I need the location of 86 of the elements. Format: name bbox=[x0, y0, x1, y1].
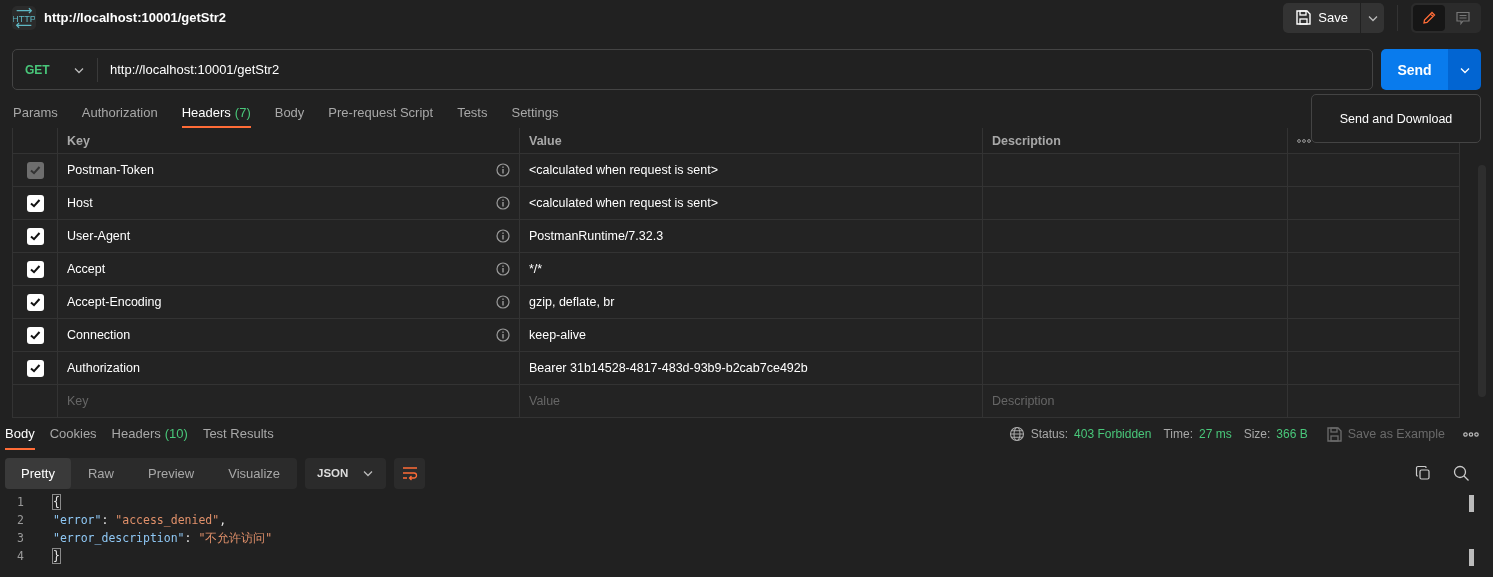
check-icon bbox=[29, 263, 41, 275]
info-icon bbox=[496, 328, 510, 342]
checkbox[interactable] bbox=[26, 227, 44, 245]
checkbox[interactable] bbox=[26, 260, 44, 278]
status-value: 27 ms bbox=[1199, 427, 1232, 441]
check-icon bbox=[29, 329, 41, 341]
header-value: */* bbox=[529, 262, 543, 276]
tab[interactable]: Tests bbox=[457, 98, 488, 128]
copy-icon[interactable] bbox=[1415, 464, 1431, 481]
header-value: Bearer 31b14528-4817-483d-93b9-b2cab7ce492b bbox=[529, 361, 808, 375]
header-key: Connection bbox=[67, 328, 131, 342]
tab[interactable]: Test Results bbox=[202, 418, 274, 450]
status-value: 403 Forbidden bbox=[1074, 427, 1152, 441]
tab[interactable]: Settings bbox=[511, 98, 559, 128]
edit-mode-button[interactable] bbox=[1413, 4, 1445, 31]
code-line: "error_description": "不允许访问" bbox=[52, 530, 274, 547]
header-value: <calculated when request is sent> bbox=[529, 163, 718, 177]
header-key: User-Agent bbox=[67, 229, 131, 243]
header-value: gzip, deflate, br bbox=[529, 295, 615, 309]
info-icon bbox=[496, 163, 510, 177]
view-tab[interactable]: Preview bbox=[131, 457, 212, 489]
info-icon bbox=[496, 295, 510, 309]
url-field[interactable]: GET http://localhost:10001/getStr2 bbox=[12, 49, 1373, 90]
info-icon bbox=[496, 196, 510, 210]
more-icon[interactable] bbox=[1463, 431, 1479, 437]
line-number: 4 bbox=[16, 548, 25, 565]
save-icon bbox=[1295, 9, 1313, 26]
code-line: { bbox=[52, 494, 61, 511]
send-button[interactable]: Send bbox=[1381, 49, 1448, 90]
header-value: <calculated when request is sent> bbox=[529, 196, 718, 210]
checkbox[interactable] bbox=[26, 326, 44, 344]
request-title: http://localhost:10001/getStr2 bbox=[44, 10, 227, 25]
tab[interactable]: Pre-request Script bbox=[328, 98, 434, 128]
code-line: "error": "access_denied", bbox=[52, 512, 228, 529]
method-dropdown[interactable]: GET bbox=[13, 57, 98, 82]
code-line: } bbox=[52, 548, 61, 565]
tab[interactable]: Headers (10) bbox=[111, 418, 188, 450]
status-label: Size: bbox=[1243, 427, 1271, 441]
tab[interactable]: Cookies bbox=[49, 418, 97, 450]
status-value: 366 B bbox=[1276, 427, 1308, 441]
scrollbar[interactable] bbox=[1469, 549, 1474, 566]
column-header: Value bbox=[520, 128, 983, 154]
tab[interactable]: Body bbox=[5, 418, 35, 450]
comment-icon bbox=[1455, 9, 1471, 26]
status-label: Status: bbox=[1030, 427, 1069, 441]
wrap-lines-button[interactable] bbox=[394, 457, 426, 489]
pencil-icon bbox=[1421, 9, 1437, 26]
check-icon bbox=[29, 230, 41, 242]
column-header: Key bbox=[58, 128, 520, 154]
check-icon bbox=[29, 362, 41, 374]
header-key: Host bbox=[67, 196, 93, 210]
scrollbar[interactable] bbox=[1469, 495, 1474, 512]
header-key: Accept-Encoding bbox=[67, 295, 162, 309]
http-request-icon: HTTP bbox=[12, 5, 36, 30]
format-dropdown[interactable]: JSON bbox=[305, 457, 387, 489]
header-key: Accept bbox=[67, 262, 106, 276]
header-value: PostmanRuntime/7.32.3 bbox=[529, 229, 664, 243]
view-tab[interactable]: Visualize bbox=[211, 457, 298, 489]
wrap-lines-icon bbox=[400, 465, 419, 481]
more-icon[interactable] bbox=[1297, 138, 1311, 143]
header-value: keep-alive bbox=[529, 328, 586, 342]
save-button[interactable]: Save bbox=[1283, 2, 1360, 33]
header-key: Authorization bbox=[67, 361, 140, 375]
view-tab[interactable]: Pretty bbox=[5, 457, 71, 489]
line-number: 1 bbox=[16, 494, 25, 511]
status-label: Time: bbox=[1163, 427, 1193, 441]
info-icon bbox=[496, 229, 510, 243]
save-dropdown-button[interactable] bbox=[1361, 2, 1384, 33]
globe-icon[interactable] bbox=[1008, 426, 1025, 442]
column-header: Description bbox=[983, 128, 1288, 154]
check-icon bbox=[29, 197, 41, 209]
tab[interactable]: Params bbox=[13, 98, 58, 128]
save-icon bbox=[1325, 425, 1343, 443]
info-icon bbox=[496, 262, 510, 276]
checkbox[interactable] bbox=[26, 359, 44, 377]
search-icon[interactable] bbox=[1453, 464, 1470, 482]
menu-item[interactable]: Send and Download bbox=[1339, 111, 1453, 126]
line-number: 3 bbox=[16, 530, 25, 547]
tab[interactable]: Body bbox=[274, 98, 305, 128]
view-tab[interactable]: Raw bbox=[70, 457, 131, 489]
checkbox[interactable] bbox=[26, 194, 44, 212]
header-key: Postman-Token bbox=[67, 163, 154, 177]
check-icon bbox=[29, 296, 41, 308]
line-number: 2 bbox=[16, 512, 25, 529]
checkbox[interactable] bbox=[26, 293, 44, 311]
tab[interactable]: Authorization bbox=[81, 98, 158, 128]
